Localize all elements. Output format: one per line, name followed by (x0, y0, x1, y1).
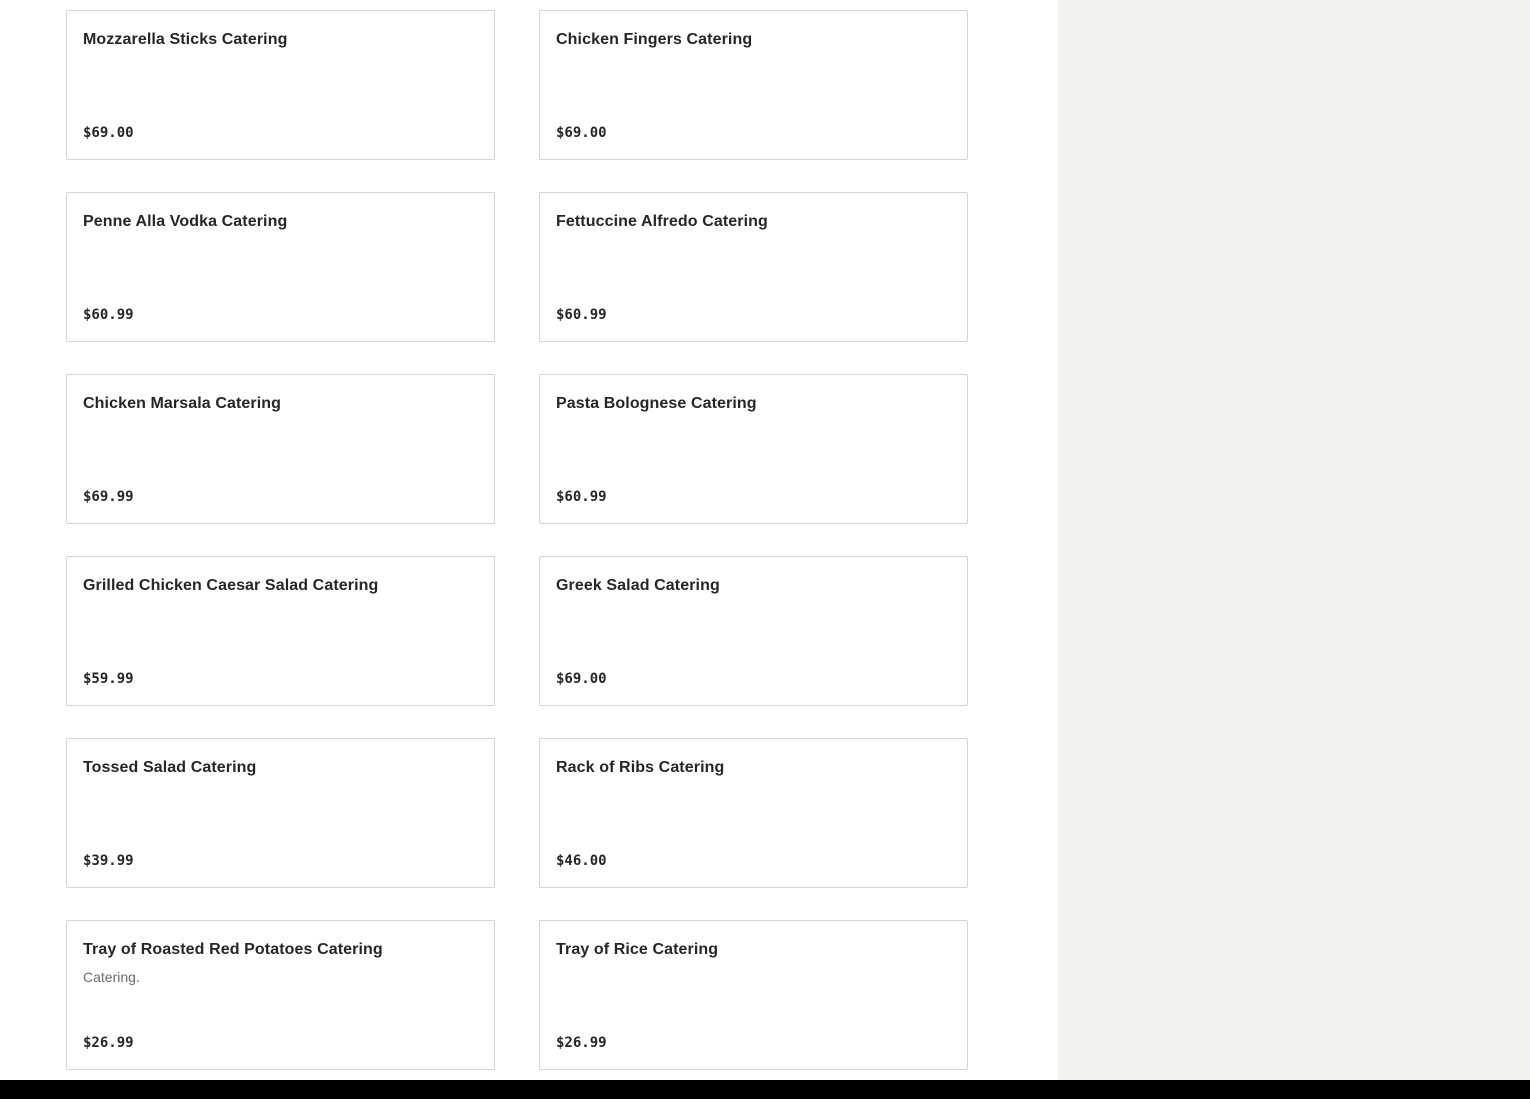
menu-item-description: Catering. (83, 969, 140, 985)
menu-item-name: Mozzarella Sticks Catering (83, 31, 288, 48)
menu-item-card[interactable]: Tray of Roasted Red Potatoes Catering Ca… (66, 920, 495, 1070)
menu-item-card[interactable]: Grilled Chicken Caesar Salad Catering $5… (66, 556, 495, 706)
menu-item-name: Fettuccine Alfredo Catering (556, 213, 768, 230)
menu-item-card[interactable]: Greek Salad Catering $69.00 (539, 556, 968, 706)
menu-item-card[interactable]: Chicken Marsala Catering $69.99 (66, 374, 495, 524)
menu-item-grid: Mozzarella Sticks Catering $69.00 Chicke… (66, 10, 968, 1070)
bottom-bar (0, 1080, 1530, 1099)
menu-item-price: $59.99 (83, 671, 134, 687)
menu-item-name: Chicken Fingers Catering (556, 31, 753, 48)
menu-item-name: Pasta Bolognese Catering (556, 395, 757, 412)
menu-item-price: $60.99 (83, 307, 134, 323)
menu-item-price: $26.99 (556, 1035, 607, 1051)
menu-item-price: $39.99 (83, 853, 134, 869)
menu-item-card[interactable]: Penne Alla Vodka Catering $60.99 (66, 192, 495, 342)
menu-item-name: Tray of Rice Catering (556, 941, 719, 958)
menu-item-card[interactable]: Mozzarella Sticks Catering $69.00 (66, 10, 495, 160)
menu-item-price: $69.00 (556, 671, 607, 687)
menu-item-price: $69.99 (83, 489, 134, 505)
menu-item-name: Grilled Chicken Caesar Salad Catering (83, 577, 379, 594)
menu-item-name: Chicken Marsala Catering (83, 395, 282, 412)
menu-item-name: Tossed Salad Catering (83, 759, 257, 776)
menu-item-name: Tray of Roasted Red Potatoes Catering (83, 941, 383, 958)
menu-item-price: $26.99 (83, 1035, 134, 1051)
side-panel (1058, 0, 1530, 1080)
menu-item-card[interactable]: Fettuccine Alfredo Catering $60.99 (539, 192, 968, 342)
menu-item-card[interactable]: Tray of Rice Catering $26.99 (539, 920, 968, 1070)
menu-item-card[interactable]: Chicken Fingers Catering $69.00 (539, 10, 968, 160)
menu-item-name: Greek Salad Catering (556, 577, 720, 594)
menu-item-price: $60.99 (556, 489, 607, 505)
menu-item-price: $69.00 (83, 125, 134, 141)
menu-item-name: Rack of Ribs Catering (556, 759, 725, 776)
menu-section: Mozzarella Sticks Catering $69.00 Chicke… (0, 0, 1058, 1080)
menu-item-price: $60.99 (556, 307, 607, 323)
menu-item-card[interactable]: Tossed Salad Catering $39.99 (66, 738, 495, 888)
menu-item-card[interactable]: Rack of Ribs Catering $46.00 (539, 738, 968, 888)
menu-item-price: $69.00 (556, 125, 607, 141)
menu-item-card[interactable]: Pasta Bolognese Catering $60.99 (539, 374, 968, 524)
menu-item-price: $46.00 (556, 853, 607, 869)
menu-item-name: Penne Alla Vodka Catering (83, 213, 288, 230)
